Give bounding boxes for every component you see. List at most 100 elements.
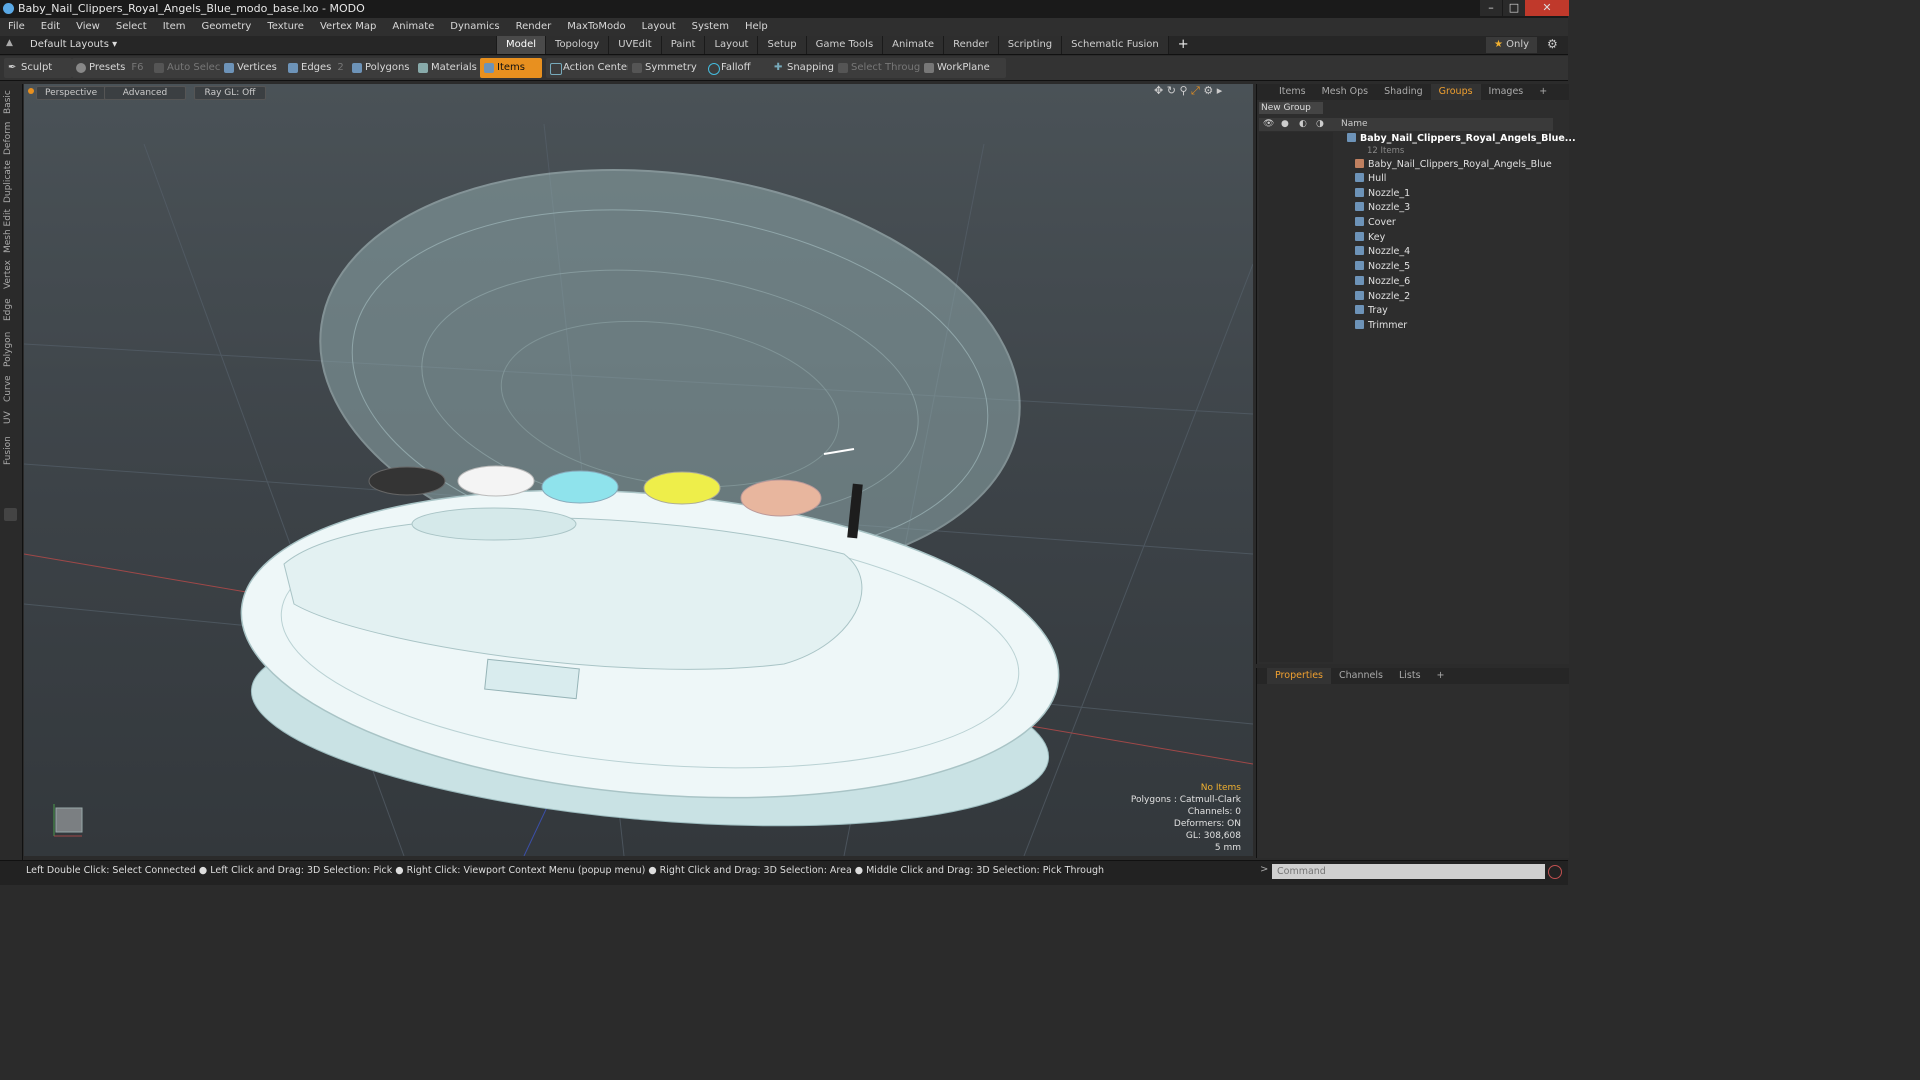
menu-view[interactable]: View (68, 18, 108, 36)
action-center-button[interactable]: Action Center (546, 58, 640, 78)
command-input[interactable] (1272, 864, 1545, 879)
vtab-curve[interactable]: Curve (3, 374, 19, 404)
zoom-icon[interactable]: ⚲ (1179, 84, 1187, 97)
viewport-menu-icon[interactable] (28, 88, 34, 94)
tab-images[interactable]: Images (1481, 84, 1532, 100)
gear-icon[interactable]: ⚙ (1547, 37, 1558, 51)
shading-mode-button[interactable]: Advanced (104, 86, 186, 100)
fit-icon[interactable]: ⤢ (1191, 84, 1200, 97)
menu-help[interactable]: Help (737, 18, 776, 36)
mesh-icon (1355, 291, 1364, 300)
menu-render[interactable]: Render (508, 18, 560, 36)
materials-icon (418, 63, 428, 73)
list-item[interactable]: Nozzle_1 (1355, 187, 1410, 201)
vtab-fusion[interactable]: Fusion (3, 434, 19, 468)
list-item[interactable]: Key (1355, 231, 1385, 245)
items-button[interactable]: Items (480, 58, 542, 78)
viewport-settings-icon[interactable]: ⚙ (1203, 84, 1213, 97)
menu-vertex-map[interactable]: Vertex Map (312, 18, 384, 36)
tab-channels[interactable]: Channels (1331, 668, 1391, 684)
menu-select[interactable]: Select (108, 18, 155, 36)
menu-maxtomodo[interactable]: MaxToModo (559, 18, 633, 36)
presets-button[interactable]: Presets F6 (72, 58, 158, 78)
menu-texture[interactable]: Texture (259, 18, 312, 36)
menu-edit[interactable]: Edit (33, 18, 68, 36)
rotate-icon[interactable]: ↻ (1167, 84, 1176, 97)
workplane-button[interactable]: WorkPlane (920, 58, 1006, 78)
list-item[interactable]: Nozzle_3 (1355, 201, 1410, 215)
menu-animate[interactable]: Animate (384, 18, 442, 36)
tab-uvedit[interactable]: UVEdit (608, 36, 661, 54)
viewport-more-icon[interactable]: ▸ (1217, 84, 1223, 97)
tab-groups[interactable]: Groups (1430, 84, 1481, 100)
minimize-icon[interactable]: – (1480, 0, 1502, 16)
layout-expand-icon[interactable]: ▲ (6, 38, 13, 48)
menu-layout[interactable]: Layout (634, 18, 684, 36)
star-icon: ★ (1494, 39, 1503, 50)
only-toggle[interactable]: ★ Only (1486, 37, 1538, 53)
panel-toggle-icon[interactable] (4, 508, 17, 521)
eye-icon[interactable]: 👁 (1263, 119, 1274, 129)
tab-model[interactable]: Model (496, 36, 546, 54)
add-properties-tab-icon[interactable]: + (1429, 668, 1453, 684)
sculpt-button[interactable]: ✒ Sculpt (4, 58, 72, 78)
tab-properties[interactable]: Properties (1267, 668, 1332, 684)
vtab-deform[interactable]: Deform (3, 120, 19, 156)
tab-animate[interactable]: Animate (882, 36, 944, 54)
brush-icon: ✒ (8, 62, 17, 73)
menu-file[interactable]: File (0, 18, 33, 36)
tab-layout[interactable]: Layout (704, 36, 758, 54)
list-item[interactable]: Cover (1355, 216, 1396, 230)
tab-paint[interactable]: Paint (660, 36, 705, 54)
close-icon[interactable]: ✕ (1525, 0, 1569, 16)
menu-geometry[interactable]: Geometry (193, 18, 259, 36)
tab-schematic-fusion[interactable]: Schematic Fusion (1061, 36, 1168, 54)
action-center-label: Action Center (563, 62, 632, 73)
edges-label: Edges (301, 62, 332, 73)
3d-viewport[interactable]: Perspective Advanced Ray GL: Off ✥ ↻ ⚲ ⤢… (24, 84, 1253, 856)
command-clear-icon[interactable] (1548, 865, 1562, 879)
vtab-basic[interactable]: Basic (3, 88, 19, 116)
name-column-header[interactable]: Name (1341, 118, 1368, 131)
select-icon[interactable]: ◑ (1316, 119, 1324, 129)
maximize-icon[interactable]: □ (1503, 0, 1525, 16)
list-item[interactable]: Nozzle_4 (1355, 245, 1410, 259)
vtab-mesh-edit[interactable]: Mesh Edit (3, 208, 19, 254)
list-item[interactable]: Tray (1355, 304, 1388, 318)
add-tab-icon[interactable]: + (1167, 36, 1198, 54)
menu-dynamics[interactable]: Dynamics (442, 18, 507, 36)
tab-topology[interactable]: Topology (545, 36, 609, 54)
add-panel-tab-icon[interactable]: + (1531, 84, 1555, 100)
menu-system[interactable]: System (684, 18, 737, 36)
tab-setup[interactable]: Setup (757, 36, 806, 54)
layouts-dropdown[interactable]: Default Layouts ▾ (30, 36, 117, 54)
list-item-label: Hull (1368, 173, 1387, 184)
list-item[interactable]: Baby_Nail_Clippers_Royal_Angels_Blue (1355, 158, 1552, 172)
tab-shading[interactable]: Shading (1376, 84, 1431, 100)
new-group-button[interactable]: New Group (1259, 102, 1323, 114)
tab-game-tools[interactable]: Game Tools (805, 36, 883, 54)
render-icon[interactable]: ◐ (1299, 119, 1307, 129)
list-item[interactable]: Nozzle_2 (1355, 290, 1410, 304)
move-icon[interactable]: ✥ (1154, 84, 1163, 97)
vtab-polygon[interactable]: Polygon (3, 328, 19, 370)
list-item[interactable]: Nozzle_5 (1355, 260, 1410, 274)
vtab-duplicate[interactable]: Duplicate (3, 160, 19, 204)
vtab-uv[interactable]: UV (3, 408, 19, 428)
list-item[interactable]: Nozzle_6 (1355, 275, 1410, 289)
tab-mesh-ops[interactable]: Mesh Ops (1314, 84, 1377, 100)
symmetry-button[interactable]: Symmetry (628, 58, 716, 78)
lock-icon[interactable]: ● (1281, 119, 1289, 129)
raygl-button[interactable]: Ray GL: Off (194, 86, 266, 100)
menu-item[interactable]: Item (155, 18, 194, 36)
list-item[interactable]: Trimmer (1355, 319, 1407, 333)
vtab-vertex[interactable]: Vertex (3, 258, 19, 292)
tab-render[interactable]: Render (943, 36, 998, 54)
vtab-edge[interactable]: Edge (3, 296, 19, 324)
tab-items[interactable]: Items (1271, 84, 1314, 100)
tab-scripting[interactable]: Scripting (997, 36, 1062, 54)
view-mode-button[interactable]: Perspective (36, 86, 107, 100)
list-item[interactable]: Hull (1355, 172, 1386, 186)
tab-lists[interactable]: Lists (1391, 668, 1429, 684)
falloff-button[interactable]: Falloff (704, 58, 780, 78)
